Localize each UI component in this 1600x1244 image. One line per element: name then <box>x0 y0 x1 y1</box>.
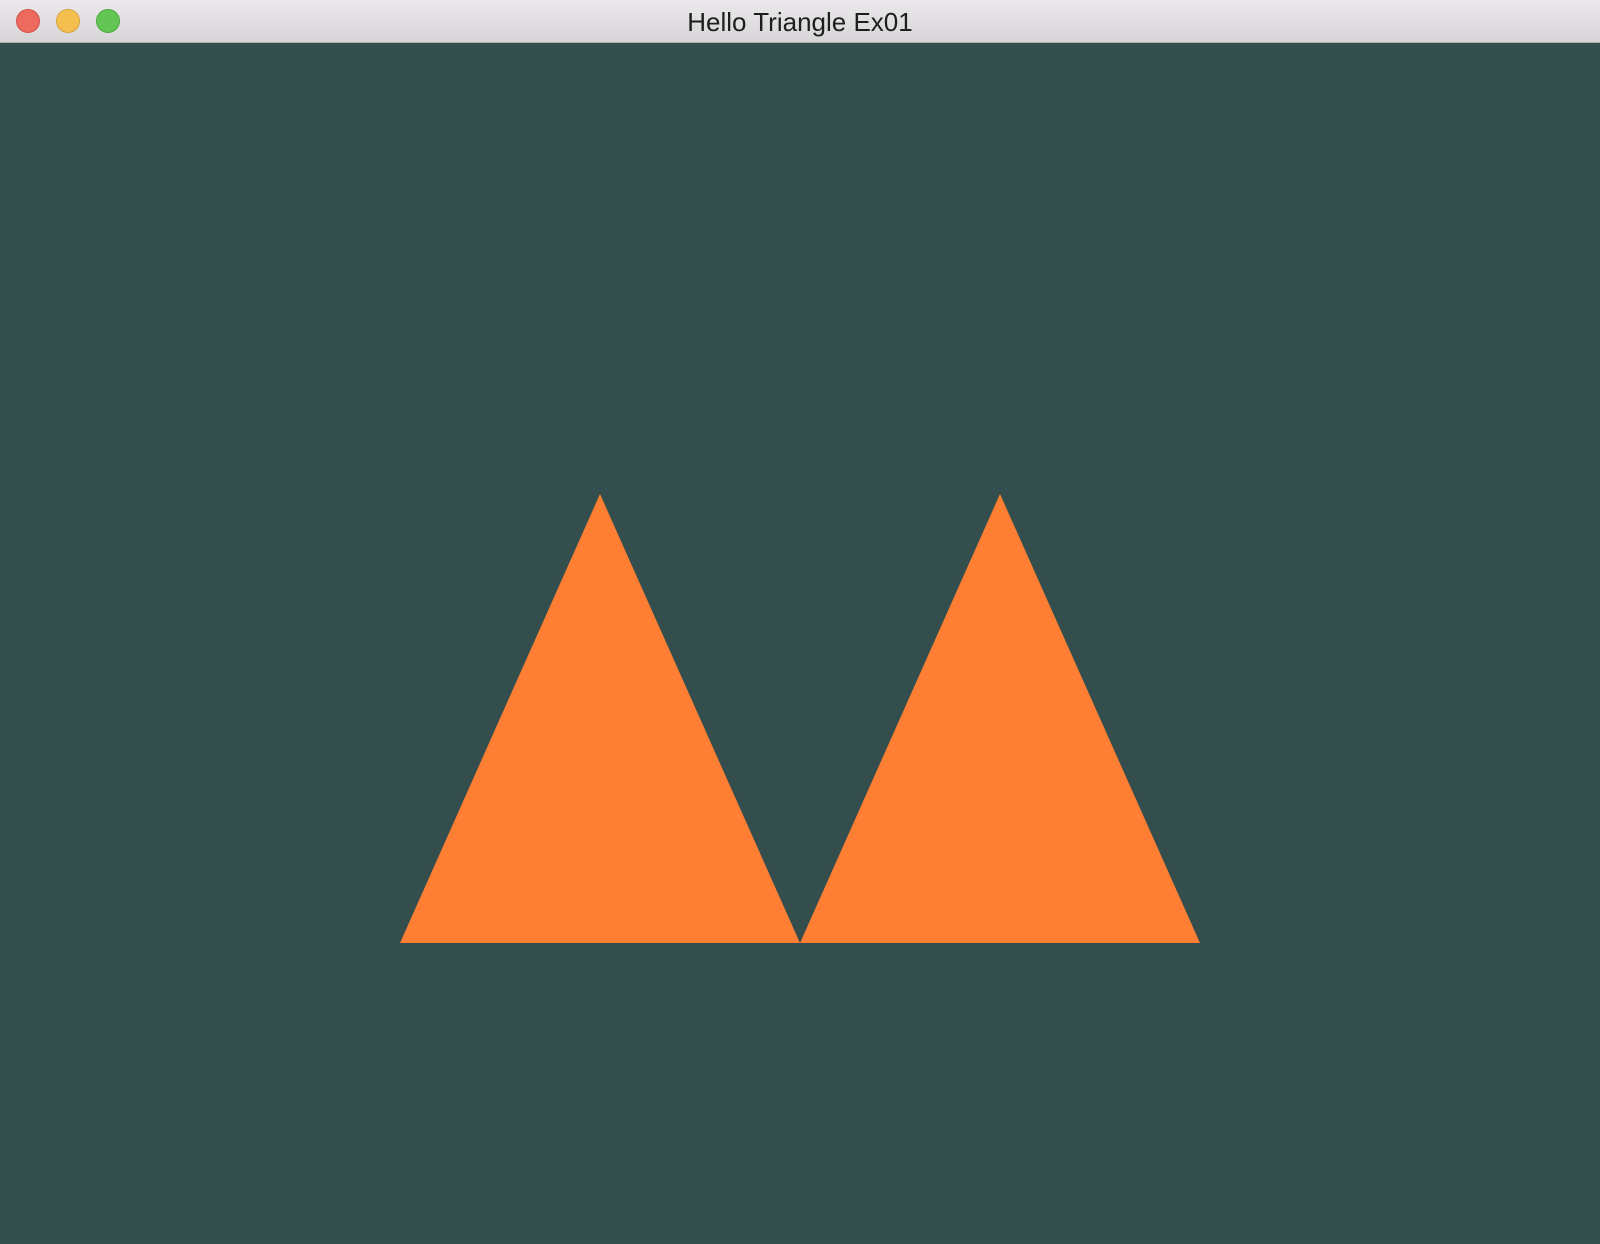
window-title: Hello Triangle Ex01 <box>687 7 913 37</box>
render-canvas <box>0 43 1600 1244</box>
render-viewport <box>0 43 1600 1244</box>
title-bar[interactable]: Hello Triangle Ex01 <box>0 0 1600 43</box>
clear-color-background <box>0 43 1600 1244</box>
app-window: Hello Triangle Ex01 <box>0 0 1600 1244</box>
